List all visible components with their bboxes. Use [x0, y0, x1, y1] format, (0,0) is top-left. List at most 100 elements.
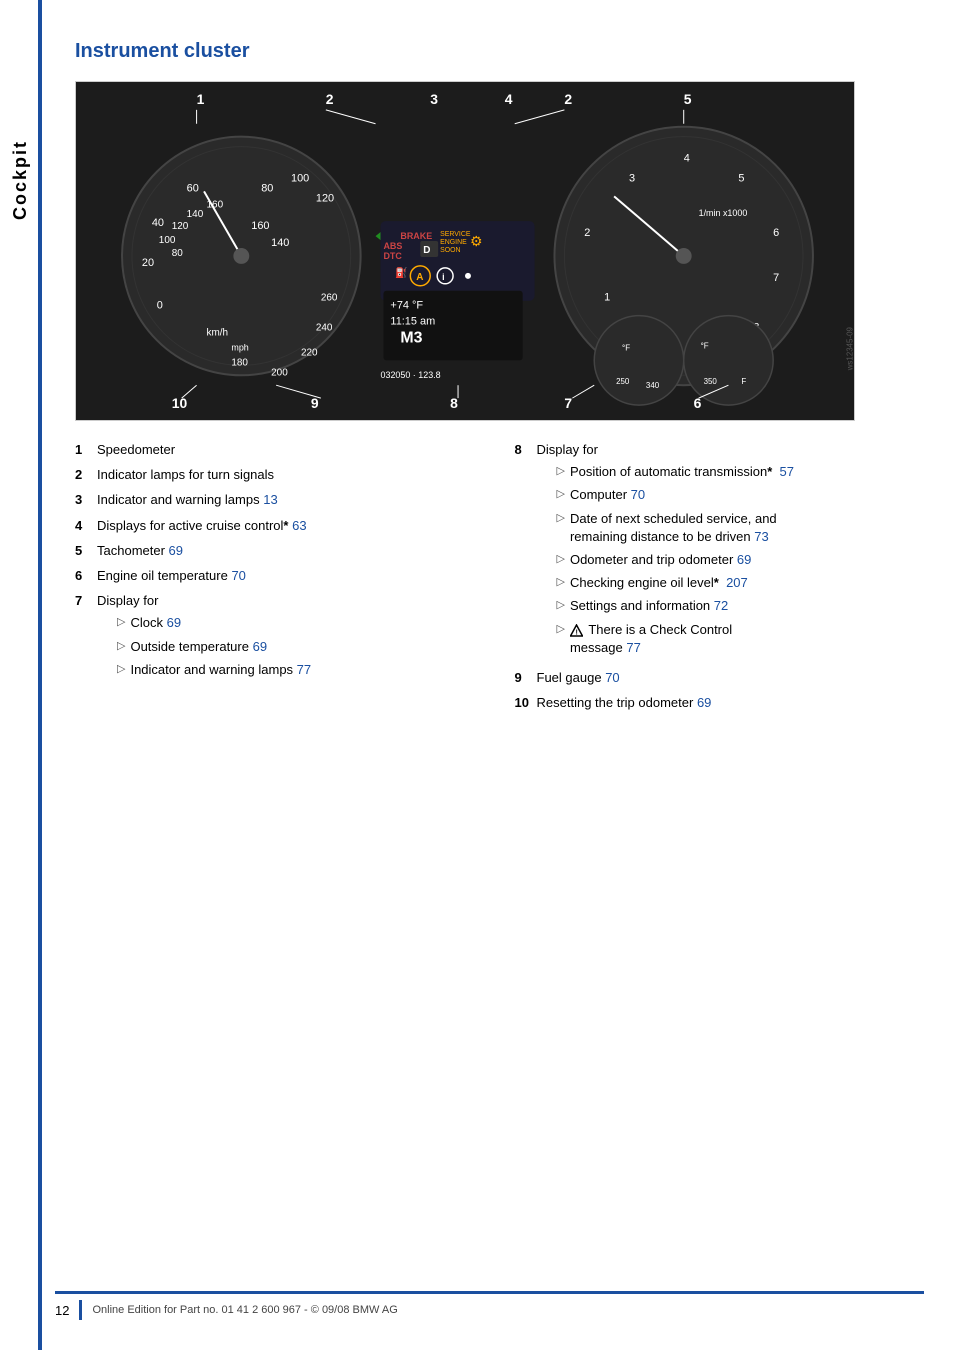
ref-8-2[interactable]: 70	[631, 487, 645, 502]
desc-item-4: 4 Displays for active cruise control* 63	[75, 517, 485, 535]
arrow-icon-8-4: ▷	[557, 552, 565, 567]
sub-item-8-4: ▷ Odometer and trip odometer 69	[557, 551, 925, 569]
ref-6[interactable]: 70	[231, 568, 245, 583]
svg-text:120: 120	[172, 221, 189, 232]
footer: 12 Online Edition for Part no. 01 41 2 6…	[55, 1291, 924, 1320]
item-text-1: Speedometer	[97, 441, 485, 459]
svg-text:3: 3	[430, 91, 438, 107]
arrow-icon-8-2: ▷	[557, 487, 565, 502]
sub-text-8-1: Position of automatic transmission* 57	[570, 463, 794, 481]
svg-text:3: 3	[629, 172, 635, 184]
svg-text:1: 1	[604, 292, 610, 304]
sub-text-8-4: Odometer and trip odometer 69	[570, 551, 751, 569]
svg-text:M3: M3	[400, 329, 422, 346]
instrument-cluster-image: 1 2 3 4 2 5 10 9 8 7 6 60 40 20 0 km/h m…	[75, 81, 855, 421]
svg-text:BRAKE: BRAKE	[400, 231, 432, 241]
item-number-7: 7	[75, 592, 93, 610]
sub-text-8-6: Settings and information 72	[570, 597, 728, 615]
ref-4[interactable]: 63	[292, 518, 306, 533]
sub-text-8-7: ! There is a Check Controlmessage 77	[570, 621, 732, 657]
svg-text:2: 2	[564, 91, 572, 107]
sub-text-8-5: Checking engine oil level* 207	[570, 574, 748, 592]
left-description-column: 1 Speedometer 2 Indicator lamps for turn…	[75, 441, 485, 719]
desc-item-2: 2 Indicator lamps for turn signals	[75, 466, 485, 484]
ref-8-3[interactable]: 73	[754, 529, 768, 544]
ref-7-3[interactable]: 77	[297, 662, 311, 677]
svg-text:5: 5	[738, 172, 744, 184]
svg-text:180: 180	[231, 357, 248, 368]
svg-text:220: 220	[301, 347, 318, 358]
svg-text:40: 40	[152, 217, 164, 229]
svg-text:ENGINE: ENGINE	[440, 239, 467, 246]
svg-text:km/h: km/h	[207, 328, 229, 339]
item-text-10: Resetting the trip odometer 69	[537, 694, 925, 712]
svg-text:+74 °F: +74 °F	[390, 300, 423, 312]
ref-8-5[interactable]: 207	[726, 575, 748, 590]
ref-5[interactable]: 69	[169, 543, 183, 558]
svg-text:10: 10	[172, 395, 188, 411]
svg-text:80: 80	[172, 248, 184, 259]
main-content: Instrument cluster 1 2 3 4 2 5 10 9 8 7 …	[55, 0, 954, 759]
svg-text:340: 340	[646, 381, 660, 390]
svg-text:7: 7	[773, 272, 779, 284]
sub-items-7: ▷ Clock 69 ▷ Outside temperature 69 ▷ In…	[117, 614, 485, 679]
right-description-column: 8 Display for ▷ Position of automatic tr…	[515, 441, 925, 719]
svg-text:250: 250	[616, 377, 630, 386]
ref-8-1[interactable]: 57	[780, 464, 794, 479]
ref-8-7[interactable]: 77	[626, 640, 640, 655]
svg-text:mph: mph	[231, 342, 248, 352]
svg-text:100: 100	[159, 235, 176, 246]
page-number: 12	[55, 1303, 69, 1318]
sub-text-8-3: Date of next scheduled service, andremai…	[570, 510, 777, 546]
svg-text:A: A	[416, 272, 423, 283]
svg-text:240: 240	[316, 323, 333, 334]
svg-text:2: 2	[326, 91, 334, 107]
svg-text:°F: °F	[622, 343, 630, 352]
arrow-icon-8-5: ▷	[557, 575, 565, 590]
item-number-3: 3	[75, 491, 93, 509]
ref-10[interactable]: 69	[697, 695, 711, 710]
svg-text:11:15 am: 11:15 am	[390, 316, 435, 328]
item-number-9: 9	[515, 669, 533, 687]
svg-text:SOON: SOON	[440, 247, 460, 254]
svg-text:8: 8	[450, 395, 458, 411]
item-number-10: 10	[515, 694, 533, 712]
svg-text:⚙: ⚙	[470, 233, 482, 249]
svg-text:⛽: ⛽	[395, 266, 407, 279]
svg-text:0: 0	[157, 300, 163, 312]
desc-item-7: 7 Display for ▷ Clock 69 ▷ Outside tempe…	[75, 592, 485, 684]
ref-8-4[interactable]: 69	[737, 552, 751, 567]
ref-7-1[interactable]: 69	[167, 615, 181, 630]
arrow-icon-7-3: ▷	[117, 662, 125, 677]
svg-text:4: 4	[505, 91, 513, 107]
svg-text:SERVICE: SERVICE	[440, 231, 471, 238]
sub-text-7-1: Clock 69	[130, 614, 181, 632]
svg-text:ws12345-09: ws12345-09	[846, 326, 854, 371]
item-number-1: 1	[75, 441, 93, 459]
arrow-icon-8-3: ▷	[557, 511, 565, 526]
sub-item-8-5: ▷ Checking engine oil level* 207	[557, 574, 925, 592]
svg-text:350: 350	[704, 377, 718, 386]
ref-3[interactable]: 13	[263, 492, 277, 507]
item-text-3: Indicator and warning lamps 13	[97, 491, 485, 509]
ref-9[interactable]: 70	[605, 670, 619, 685]
svg-text:7: 7	[564, 395, 572, 411]
ref-8-6[interactable]: 72	[714, 598, 728, 613]
sub-item-7-1: ▷ Clock 69	[117, 614, 485, 632]
sub-text-8-2: Computer 70	[570, 486, 645, 504]
desc-item-6: 6 Engine oil temperature 70	[75, 567, 485, 585]
sub-text-7-2: Outside temperature 69	[130, 638, 267, 656]
sidebar-cockpit-label: Cockpit	[0, 80, 40, 280]
item-text-7: Display for ▷ Clock 69 ▷ Outside tempera…	[97, 592, 485, 684]
item-number-5: 5	[75, 542, 93, 560]
ref-7-2[interactable]: 69	[253, 639, 267, 654]
svg-text:2: 2	[584, 227, 590, 239]
svg-text:F: F	[741, 377, 746, 386]
svg-text:032050 · 123.8: 032050 · 123.8	[381, 370, 441, 380]
arrow-icon-7-1: ▷	[117, 615, 125, 630]
desc-item-1: 1 Speedometer	[75, 441, 485, 459]
sub-item-8-6: ▷ Settings and information 72	[557, 597, 925, 615]
desc-item-10: 10 Resetting the trip odometer 69	[515, 694, 925, 712]
svg-text:°F: °F	[701, 341, 709, 350]
description-columns: 1 Speedometer 2 Indicator lamps for turn…	[75, 441, 924, 719]
